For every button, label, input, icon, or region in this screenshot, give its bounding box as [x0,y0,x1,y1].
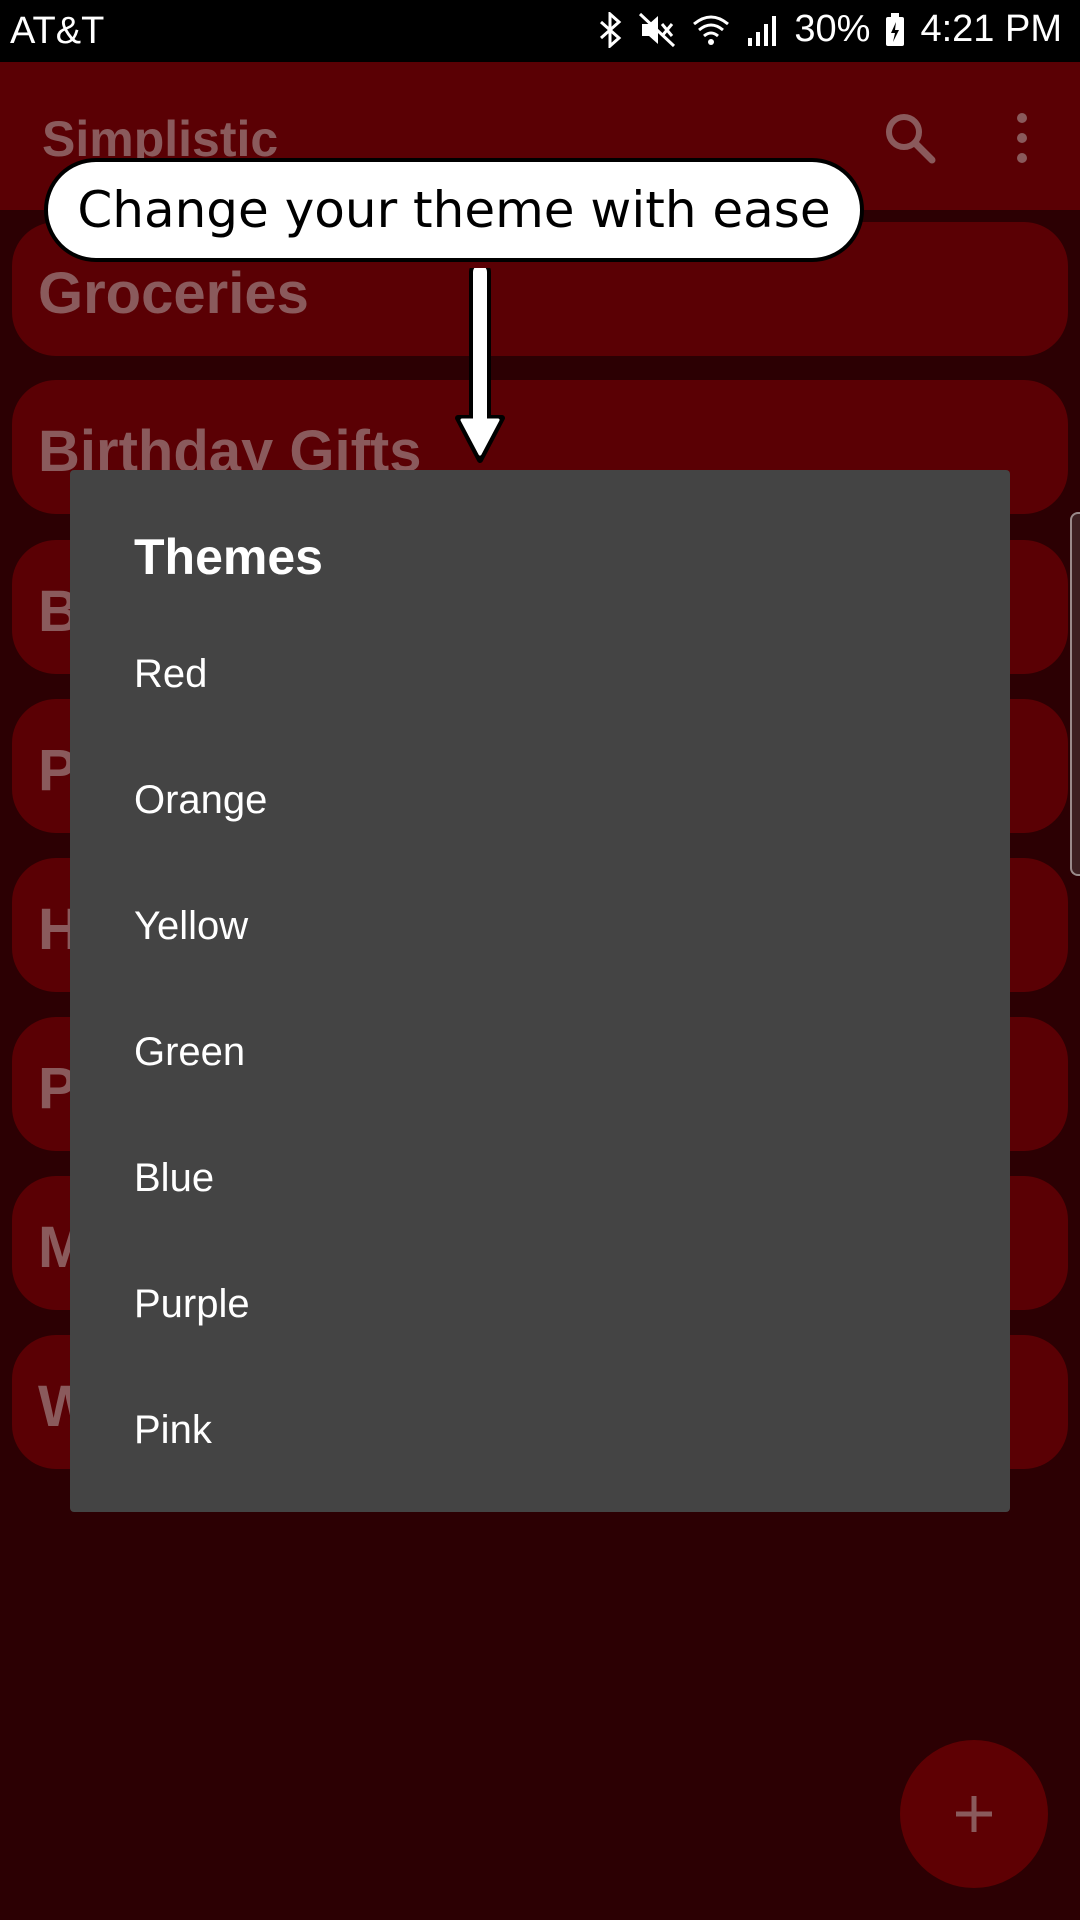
wifi-icon [693,15,730,45]
theme-option-purple[interactable]: Purple [134,1282,250,1327]
callout-bubble: Change your theme with ease [44,158,864,262]
status-bar: AT&T 30% 4:21 PM [0,0,1080,62]
more-vert-icon [1017,113,1027,163]
theme-option-orange[interactable]: Orange [134,778,267,823]
themes-dialog: Themes Red Orange Yellow Green Blue Purp… [70,470,1010,1512]
scrollbar[interactable] [1070,512,1080,876]
more-options-button[interactable] [992,108,1052,168]
dialog-title: Themes [134,529,323,585]
plus-icon [956,1796,992,1832]
clock: 4:21 PM [920,8,1062,50]
add-list-button[interactable] [900,1740,1048,1888]
bluetooth-icon [600,11,622,48]
theme-option-red[interactable]: Red [134,652,207,697]
arrow-down-icon [455,268,505,463]
search-button[interactable] [880,108,940,168]
battery-percent: 30% [794,8,871,50]
search-icon [886,114,936,164]
theme-option-pink[interactable]: Pink [134,1408,212,1453]
battery-icon [886,12,905,46]
mute-icon [639,12,676,47]
theme-option-green[interactable]: Green [134,1030,245,1075]
list-item-label: Groceries [38,261,309,326]
carrier-label: AT&T [10,10,105,52]
theme-option-yellow[interactable]: Yellow [134,904,248,949]
signal-icon [748,15,777,46]
theme-option-blue[interactable]: Blue [134,1156,214,1201]
